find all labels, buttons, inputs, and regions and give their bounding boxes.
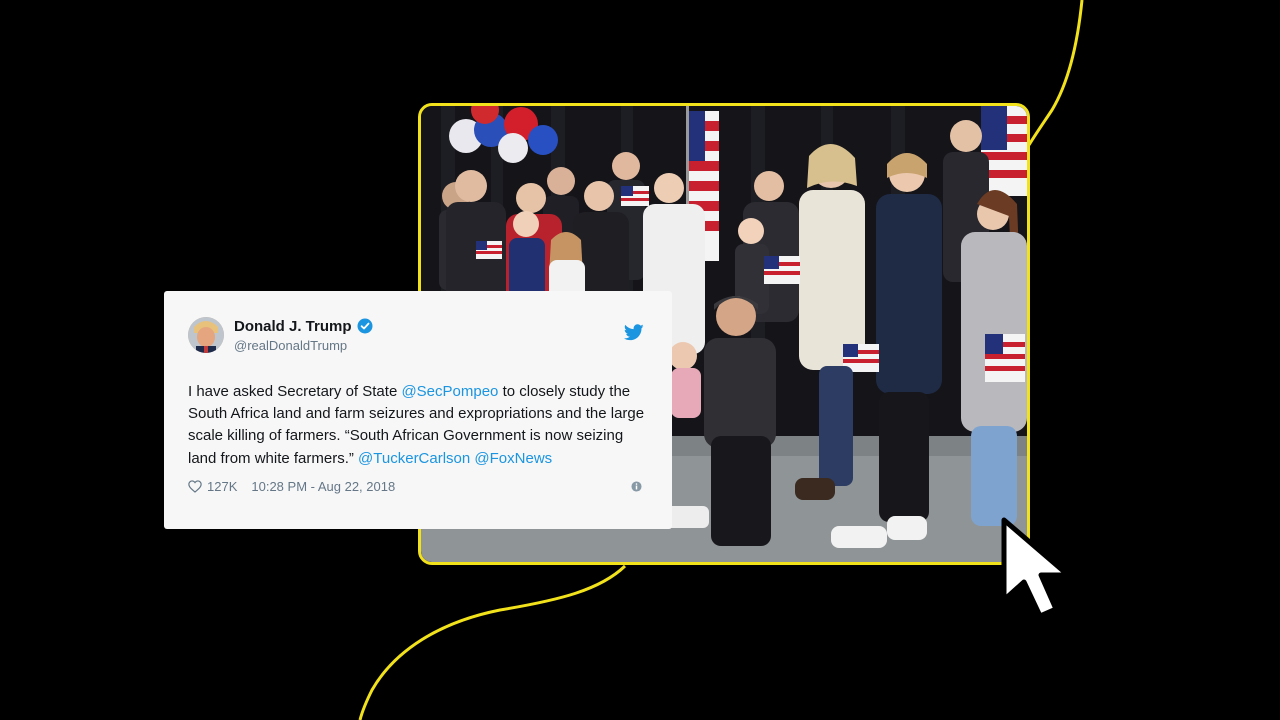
like-count[interactable]: 127K xyxy=(207,479,237,494)
heart-icon[interactable] xyxy=(188,480,202,494)
tweet-text: I have asked Secretary of State @SecPomp… xyxy=(188,381,650,470)
tweet-header: Donald J. Trump @realDonaldTrump xyxy=(188,315,644,355)
mention-link[interactable]: @SecPompeo xyxy=(401,383,498,400)
name-row: Donald J. Trump xyxy=(234,318,624,335)
avatar-portrait-icon xyxy=(188,317,224,353)
verified-badge-icon xyxy=(357,318,373,334)
user-handle[interactable]: @realDonaldTrump xyxy=(234,338,624,353)
avatar[interactable] xyxy=(188,317,224,353)
tweet-card[interactable]: Donald J. Trump @realDonaldTrump I have … xyxy=(164,291,672,529)
tweet-footer: 127K 10:28 PM - Aug 22, 2018 xyxy=(188,477,644,497)
tweet-timestamp[interactable]: 10:28 PM - Aug 22, 2018 xyxy=(251,479,395,494)
twitter-bird-icon[interactable] xyxy=(624,323,644,341)
mention-link[interactable]: @FoxNews xyxy=(474,450,552,467)
tweet-text-part: I have asked Secretary of State xyxy=(188,383,402,400)
mouse-pointer-icon xyxy=(1001,517,1071,619)
author-block: Donald J. Trump @realDonaldTrump xyxy=(234,318,624,353)
info-icon[interactable] xyxy=(631,481,642,492)
mention-link[interactable]: @TuckerCarlson xyxy=(358,450,470,467)
display-name[interactable]: Donald J. Trump xyxy=(234,318,352,335)
graphic-canvas: Donald J. Trump @realDonaldTrump I have … xyxy=(0,0,1280,720)
